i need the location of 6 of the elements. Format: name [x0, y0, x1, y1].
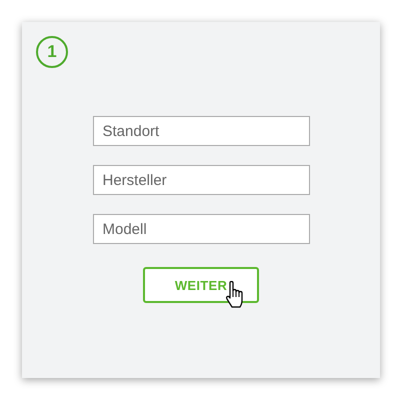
- step-number: 1: [36, 36, 68, 68]
- hand-cursor-icon: [225, 281, 245, 309]
- input-field[interactable]: Hersteller: [92, 165, 310, 195]
- input-field[interactable]: Modell: [92, 214, 310, 244]
- input-field[interactable]: Standort: [92, 116, 310, 146]
- next-button[interactable]: WEITER: [143, 267, 259, 303]
